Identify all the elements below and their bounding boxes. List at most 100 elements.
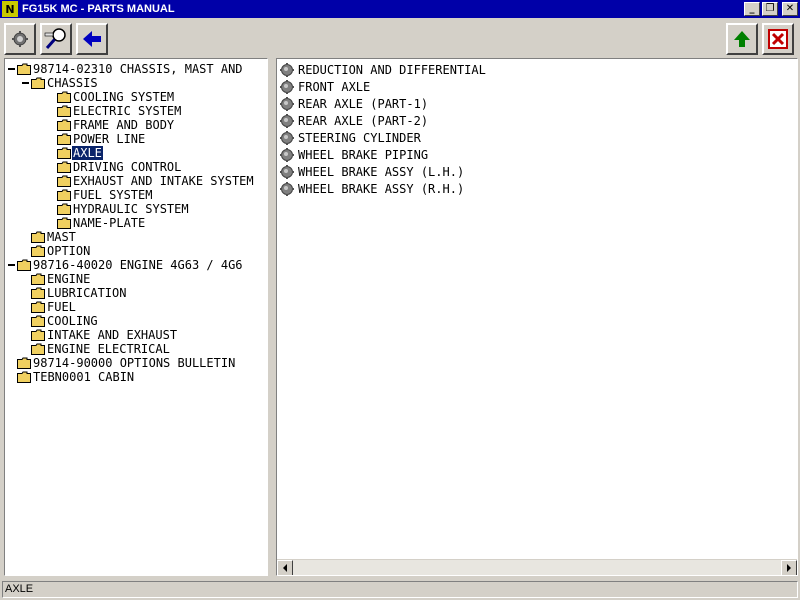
folder-icon	[57, 147, 71, 159]
folder-icon	[57, 161, 71, 173]
folder-icon	[17, 63, 31, 75]
tree-item[interactable]: CHASSIS	[21, 76, 99, 90]
list-item-label: REDUCTION AND DIFFERENTIAL	[298, 63, 486, 77]
folder-icon	[57, 175, 71, 187]
gear-icon	[12, 31, 28, 47]
folder-icon	[57, 189, 71, 201]
gear-icon	[280, 182, 294, 196]
list-item[interactable]: STEERING CYLINDER	[280, 130, 421, 146]
tree-item[interactable]: AXLE	[57, 146, 103, 160]
restore-button[interactable]: ❐	[762, 2, 778, 16]
search-button[interactable]	[40, 23, 72, 55]
list-item-label: REAR AXLE (PART-1)	[298, 97, 429, 111]
tree-item[interactable]: ENGINE ELECTRICAL	[31, 342, 171, 356]
folder-icon	[31, 343, 45, 355]
panel-splitter[interactable]	[268, 58, 276, 576]
app-icon[interactable]: N	[2, 1, 18, 17]
tree-item-label: EXHAUST AND INTAKE SYSTEM	[73, 174, 254, 188]
list-item[interactable]: WHEEL BRAKE ASSY (R.H.)	[280, 181, 464, 197]
tree-item-label: 98714-90000 OPTIONS BULLETIN	[33, 356, 236, 370]
tree-item-label: DRIVING CONTROL	[73, 160, 182, 174]
tree-item[interactable]: NAME-PLATE	[57, 216, 146, 230]
tree-item[interactable]: FUEL	[31, 300, 77, 314]
tree-item-label: LUBRICATION	[47, 286, 127, 300]
collapse-toggle[interactable]	[21, 79, 30, 88]
folder-icon	[31, 273, 45, 285]
back-arrow-icon	[83, 31, 101, 47]
tree-item[interactable]: FRAME AND BODY	[57, 118, 175, 132]
folder-icon	[57, 203, 71, 215]
tree-item[interactable]: COOLING SYSTEM	[57, 90, 175, 104]
minimize-button[interactable]: _	[744, 2, 760, 16]
triangle-left-icon	[283, 564, 287, 572]
tree-item[interactable]: HYDRAULIC SYSTEM	[57, 202, 190, 216]
exit-button[interactable]	[762, 23, 794, 55]
triangle-right-icon	[787, 564, 791, 572]
back-button[interactable]	[76, 23, 108, 55]
list-item[interactable]: WHEEL BRAKE ASSY (L.H.)	[280, 164, 464, 180]
tree-item-label: FRAME AND BODY	[73, 118, 175, 132]
up-button[interactable]	[726, 23, 758, 55]
parts-list[interactable]: REDUCTION AND DIFFERENTIAL FRONT AXLE REAR…	[276, 58, 798, 576]
tree-item[interactable]: 98716-40020 ENGINE 4G63 / 4G6	[7, 258, 244, 272]
list-item-label: REAR AXLE (PART-2)	[298, 114, 429, 128]
list-item-label: STEERING CYLINDER	[298, 131, 421, 145]
tree-item-label: 98714-02310 CHASSIS, MAST AND	[33, 62, 243, 76]
options-button[interactable]	[4, 23, 36, 55]
tree-item-label: INTAKE AND EXHAUST	[47, 328, 178, 342]
close-x-icon	[768, 29, 788, 49]
tree-item-label: MAST	[47, 230, 76, 244]
title-bar[interactable]: N FG15K MC - PARTS MANUAL _ ❐ ✕	[0, 0, 800, 18]
tree-item[interactable]: EXHAUST AND INTAKE SYSTEM	[57, 174, 255, 188]
tree-item[interactable]: DRIVING CONTROL	[57, 160, 182, 174]
list-item-label: WHEEL BRAKE PIPING	[298, 148, 429, 162]
tree-item[interactable]: FUEL SYSTEM	[57, 188, 153, 202]
tree-item[interactable]: COOLING	[31, 314, 99, 328]
list-item[interactable]: REDUCTION AND DIFFERENTIAL	[280, 62, 486, 78]
tree-item-label: POWER LINE	[73, 132, 146, 146]
folder-icon	[57, 105, 71, 117]
gear-icon	[280, 80, 294, 94]
horizontal-scrollbar[interactable]	[277, 559, 797, 575]
status-bar: AXLE	[0, 580, 800, 600]
tree-item[interactable]: 98714-02310 CHASSIS, MAST AND	[7, 62, 244, 76]
tree-item[interactable]: POWER LINE	[57, 132, 146, 146]
up-arrow-icon	[734, 31, 750, 47]
tree-item-label: NAME-PLATE	[73, 216, 146, 230]
list-item-label: WHEEL BRAKE ASSY (L.H.)	[298, 165, 465, 179]
folder-icon	[57, 119, 71, 131]
tree-item-label: HYDRAULIC SYSTEM	[73, 202, 189, 216]
folder-icon	[31, 77, 45, 89]
tree-item-label: CHASSIS	[47, 76, 98, 90]
gear-icon	[280, 97, 294, 111]
scroll-left-button[interactable]	[277, 560, 293, 575]
list-item[interactable]: REAR AXLE (PART-1)	[280, 96, 428, 112]
list-item-label: FRONT AXLE	[298, 80, 371, 94]
tree-item[interactable]: INTAKE AND EXHAUST	[31, 328, 178, 342]
tree-item-label: COOLING SYSTEM	[73, 90, 175, 104]
folder-icon	[31, 329, 45, 341]
gear-icon	[280, 165, 294, 179]
list-item[interactable]: WHEEL BRAKE PIPING	[280, 147, 428, 163]
tree-item[interactable]: MAST	[31, 230, 77, 244]
tree-item[interactable]: ELECTRIC SYSTEM	[57, 104, 182, 118]
tree-item[interactable]: OPTION	[31, 244, 91, 258]
folder-icon	[31, 231, 45, 243]
window-close-button[interactable]: ✕	[782, 2, 798, 16]
folder-icon	[31, 301, 45, 313]
tree-item-label: TEBN0001 CABIN	[33, 370, 135, 384]
list-item[interactable]: FRONT AXLE	[280, 79, 370, 95]
tree-item-label: FUEL SYSTEM	[73, 188, 153, 202]
parts-tree[interactable]: 98714-02310 CHASSIS, MAST AND CHASSIS COOL…	[4, 58, 268, 576]
collapse-toggle[interactable]	[7, 261, 16, 270]
list-item[interactable]: REAR AXLE (PART-2)	[280, 113, 428, 129]
tree-item[interactable]: 98714-90000 OPTIONS BULLETIN	[17, 356, 236, 370]
tree-item-label: ENGINE	[47, 272, 91, 286]
tree-item[interactable]: ENGINE	[31, 272, 91, 286]
collapse-toggle[interactable]	[7, 65, 16, 74]
magnifier-search-icon	[44, 28, 66, 49]
tree-item[interactable]: TEBN0001 CABIN	[17, 370, 135, 384]
folder-icon	[17, 357, 31, 369]
scroll-right-button[interactable]	[781, 560, 797, 575]
tree-item[interactable]: LUBRICATION	[31, 286, 127, 300]
